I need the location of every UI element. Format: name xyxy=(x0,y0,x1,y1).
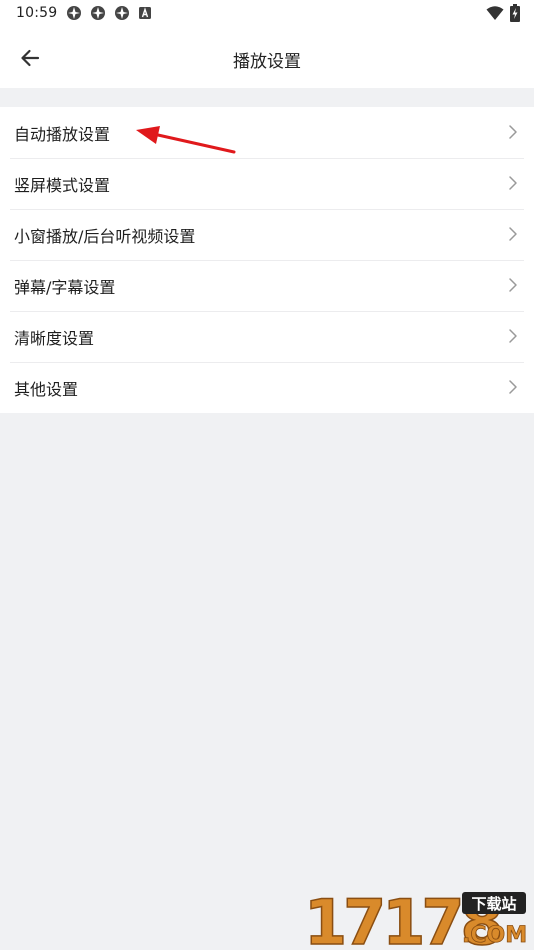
chevron-right-icon xyxy=(509,380,517,394)
settings-item-label: 其他设置 xyxy=(14,379,79,399)
status-bar: 10:59 xyxy=(0,0,534,28)
settings-item-other[interactable]: 其他设置 xyxy=(0,362,534,413)
app-bar: 播放设置 xyxy=(0,28,534,88)
notification-icon xyxy=(91,6,105,20)
settings-item-label: 清晰度设置 xyxy=(14,328,95,348)
settings-list: 自动播放设置 竖屏模式设置 小窗播放/后台听视频设置 弹幕/字幕设置 清晰度设置… xyxy=(0,107,534,413)
settings-item-danmaku-subtitles[interactable]: 弹幕/字幕设置 xyxy=(0,260,534,311)
battery-icon xyxy=(510,4,520,22)
chevron-right-icon xyxy=(509,278,517,292)
watermark-badge: 下载站 xyxy=(471,895,516,913)
settings-item-label: 小窗播放/后台听视频设置 xyxy=(14,226,196,246)
chevron-right-icon xyxy=(509,125,517,139)
settings-item-label: 自动播放设置 xyxy=(14,124,111,144)
settings-item-label: 竖屏模式设置 xyxy=(14,175,111,195)
page-title: 播放设置 xyxy=(233,52,301,72)
status-notifications xyxy=(66,5,152,21)
status-system-icons xyxy=(486,4,520,22)
chevron-right-icon xyxy=(509,227,517,241)
chevron-right-icon xyxy=(509,176,517,190)
settings-item-portrait-mode[interactable]: 竖屏模式设置 xyxy=(0,158,534,209)
notification-icon xyxy=(115,6,129,20)
chevron-right-icon xyxy=(509,329,517,343)
settings-item-resolution[interactable]: 清晰度设置 xyxy=(0,311,534,362)
settings-item-autoplay[interactable]: 自动播放设置 xyxy=(0,107,534,158)
settings-item-mini-window-background[interactable]: 小窗播放/后台听视频设置 xyxy=(0,209,534,260)
wifi-icon xyxy=(486,6,504,20)
status-time: 10:59 xyxy=(16,5,58,21)
watermark-suffix: .COM xyxy=(462,923,527,948)
keyboard-a-icon xyxy=(139,7,151,19)
watermark-logo: 17178 下载站 .COM xyxy=(303,888,527,948)
settings-item-label: 弹幕/字幕设置 xyxy=(14,277,116,297)
notification-icon xyxy=(67,6,81,20)
